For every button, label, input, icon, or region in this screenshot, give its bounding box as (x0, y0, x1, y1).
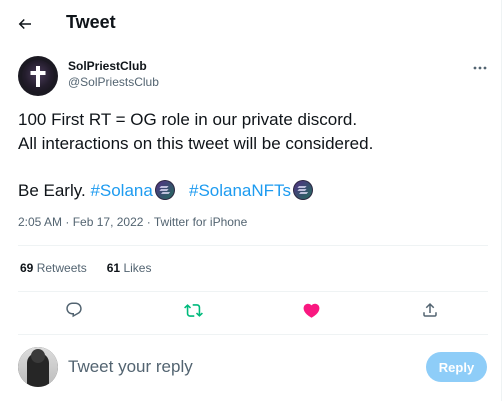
tweet-text: 100 First RT = OG role in our private di… (18, 108, 488, 156)
share-icon (423, 302, 437, 317)
author-name[interactable]: SolPriestClub (68, 59, 147, 73)
user-avatar[interactable] (18, 347, 58, 387)
tweet-source[interactable]: Twitter for iPhone (154, 215, 247, 229)
cross-icon (30, 66, 46, 87)
like-button[interactable] (298, 297, 324, 323)
tweet-time[interactable]: 2:05 AM (18, 215, 62, 229)
tweet-line-2: All interactions on this tweet will be c… (18, 134, 374, 153)
author-avatar[interactable] (18, 56, 58, 96)
divider (18, 291, 488, 292)
hashtag-solana[interactable]: #Solana (90, 181, 152, 200)
more-dots-icon (473, 66, 487, 70)
retweets-stat[interactable]: 69 Retweets (20, 261, 87, 275)
reply-button[interactable] (61, 297, 87, 323)
heart-icon (303, 303, 319, 318)
hashtag-solana-nfts[interactable]: #SolanaNFTs (189, 181, 291, 200)
tweet-line-3-prefix: Be Early. (18, 181, 91, 200)
header: Tweet (0, 0, 501, 47)
retweets-label: Retweets (36, 261, 87, 275)
solana-logo-icon (293, 180, 314, 200)
solana-logo-icon (154, 180, 175, 200)
page-title: Tweet (66, 12, 116, 32)
likes-stat[interactable]: 61 Likes (107, 261, 152, 275)
author-handle[interactable]: @SolPriestsClub (68, 75, 159, 89)
tweet-date[interactable]: Feb 17, 2022 (73, 215, 144, 229)
tweet-line-1: 100 First RT = OG role in our private di… (18, 110, 358, 129)
tweet-stats: 69 Retweets 61 Likes (20, 261, 151, 275)
reply-input[interactable] (68, 355, 408, 379)
share-button[interactable] (417, 297, 443, 323)
retweet-icon (183, 303, 203, 317)
back-button[interactable] (10, 9, 40, 39)
tweet-detail-view: Tweet SolPriestClub @SolPriestsClub 100 … (0, 0, 502, 401)
divider (18, 334, 488, 335)
tweet-actions (18, 295, 488, 325)
tweet-line-3: Be Early. #Solana #SolanaNFTs (18, 179, 314, 203)
reply-submit-button[interactable]: Reply (426, 352, 487, 382)
retweet-button[interactable] (180, 297, 206, 323)
more-options-button[interactable] (466, 58, 494, 78)
divider (18, 245, 488, 246)
arrow-left-icon (18, 18, 31, 30)
retweets-count: 69 (20, 261, 34, 275)
likes-count: 61 (106, 261, 121, 275)
tweet-meta: 2:05 AM · Feb 17, 2022 · Twitter for iPh… (18, 215, 248, 229)
likes-label: Likes (123, 261, 152, 275)
reply-bubble-icon (66, 302, 82, 318)
